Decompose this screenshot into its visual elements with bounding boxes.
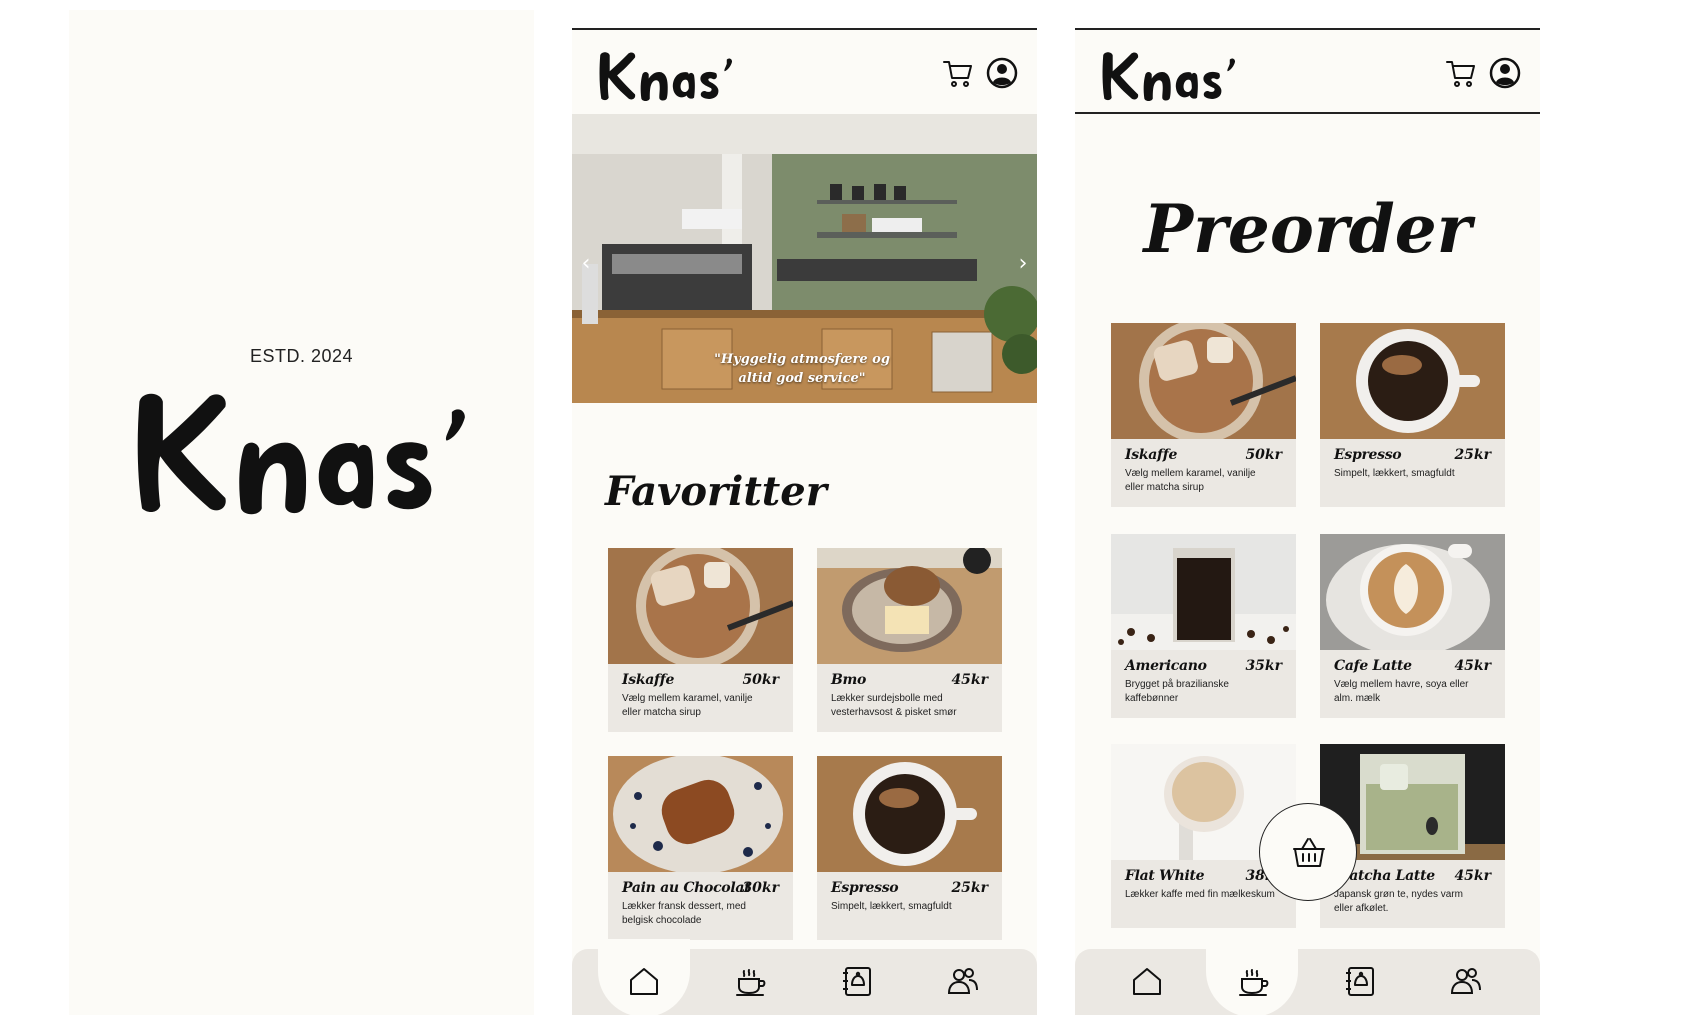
product-price: 50kr bbox=[1245, 447, 1282, 463]
basket-button[interactable] bbox=[1259, 803, 1357, 901]
product-description: Simpelt, lækkert, smagfuldt bbox=[831, 901, 952, 912]
page-title: Preorder bbox=[1143, 190, 1472, 268]
product-description: Lækker kaffe med fin mælkeskum bbox=[1125, 889, 1275, 900]
product-card[interactable]: Iskaffe 50kr Vælg mellem karamel, vanilj… bbox=[608, 548, 793, 732]
home-icon bbox=[630, 968, 658, 995]
hero-carousel[interactable]: ‹ › "Hyggelig atmosfære og altid god ser… bbox=[572, 114, 1037, 403]
product-card[interactable]: Espresso 25kr Simpelt, lækkert, smagfuld… bbox=[1320, 323, 1505, 507]
people-icon bbox=[947, 968, 978, 994]
product-description: Japansk grøn te, nydes varm eller afkøle… bbox=[1334, 889, 1463, 914]
product-card[interactable]: Americano 35kr Brygget på brazilianske k… bbox=[1111, 534, 1296, 718]
app-header bbox=[572, 30, 1037, 114]
product-card[interactable]: Pain au Chocolat 30kr Lækker fransk dess… bbox=[608, 756, 793, 940]
product-price: 30kr bbox=[742, 880, 779, 896]
espresso-cup-photo bbox=[817, 756, 1002, 872]
product-description: Simpelt, lækkert, smagfuldt bbox=[1334, 468, 1455, 479]
splash-screen: ESTD. 2024 bbox=[69, 10, 534, 1015]
product-description: Lækker surdejsbolle med vesterhavsost & … bbox=[831, 693, 957, 718]
profile-icon[interactable] bbox=[1488, 56, 1522, 90]
hero-quote: "Hyggelig atmosfære og altid god service… bbox=[714, 352, 890, 386]
product-price: 25kr bbox=[1454, 447, 1491, 463]
home-screen: ‹ › "Hyggelig atmosfære og altid god ser… bbox=[572, 28, 1037, 1015]
latte-art-photo bbox=[1320, 534, 1505, 650]
iced-coffee-photo bbox=[608, 548, 793, 664]
established-text: ESTD. 2024 bbox=[249, 346, 354, 366]
carousel-prev-icon[interactable]: ‹ bbox=[576, 249, 596, 279]
nav-community[interactable] bbox=[1448, 963, 1484, 999]
nav-community[interactable] bbox=[945, 963, 981, 999]
product-description: Vælg mellem havre, soya eller alm. mælk bbox=[1334, 679, 1469, 704]
preorder-screen: Preorder Iskaffe 50kr Vælg mellem karame… bbox=[1075, 28, 1540, 1015]
nav-home[interactable] bbox=[626, 963, 662, 999]
menu-book-icon bbox=[1346, 967, 1374, 996]
product-card[interactable]: Iskaffe 50kr Vælg mellem karamel, vanilj… bbox=[1111, 323, 1296, 507]
product-price: 25kr bbox=[951, 880, 988, 896]
product-card[interactable]: Cafe Latte 45kr Vælg mellem havre, soya … bbox=[1320, 534, 1505, 718]
menu-book-icon bbox=[843, 967, 871, 996]
basket-icon bbox=[1293, 838, 1325, 867]
product-description: Vælg mellem karamel, vanilje eller match… bbox=[622, 693, 753, 718]
app-header bbox=[1075, 30, 1540, 114]
product-description: Vælg mellem karamel, vanilje eller match… bbox=[1125, 468, 1256, 493]
product-card[interactable]: Espresso 25kr Simpelt, lækkert, smagfuld… bbox=[817, 756, 1002, 940]
profile-icon[interactable] bbox=[985, 56, 1019, 90]
people-icon bbox=[1450, 968, 1481, 994]
coffee-cup-icon bbox=[736, 969, 766, 996]
section-title: Favoritter bbox=[605, 468, 827, 515]
carousel-next-icon[interactable]: › bbox=[1013, 249, 1033, 279]
product-price: 45kr bbox=[951, 672, 988, 688]
coffee-cup-icon bbox=[1239, 969, 1269, 996]
cart-icon[interactable] bbox=[1444, 56, 1478, 90]
americano-glass-photo bbox=[1111, 534, 1296, 650]
cart-icon[interactable] bbox=[941, 56, 975, 90]
knas-logo[interactable] bbox=[596, 48, 736, 106]
espresso-cup-photo bbox=[1320, 323, 1505, 439]
product-price: 45kr bbox=[1454, 658, 1491, 674]
bun-with-cheese-photo bbox=[817, 548, 1002, 664]
product-card[interactable]: Bmo 45kr Lækker surdejsbolle med vesterh… bbox=[817, 548, 1002, 732]
nav-home[interactable] bbox=[1129, 963, 1165, 999]
product-price: 35kr bbox=[1245, 658, 1282, 674]
product-price: 45kr bbox=[1454, 868, 1491, 884]
bottom-navigation bbox=[1075, 939, 1540, 1015]
product-description: Brygget på brazilianske kaffebønner bbox=[1125, 679, 1229, 704]
product-price: 50kr bbox=[742, 672, 779, 688]
home-icon bbox=[1133, 968, 1161, 995]
nav-menu[interactable] bbox=[839, 963, 875, 999]
nav-menu[interactable] bbox=[1342, 963, 1378, 999]
knas-logo-large bbox=[137, 393, 465, 515]
bottom-navigation bbox=[572, 939, 1037, 1015]
product-description: Lækker fransk dessert, med belgisk choco… bbox=[622, 901, 746, 926]
pain-au-chocolat-photo bbox=[608, 756, 793, 872]
knas-logo[interactable] bbox=[1099, 48, 1239, 106]
nav-preorder[interactable] bbox=[1236, 963, 1272, 999]
iced-coffee-photo bbox=[1111, 323, 1296, 439]
nav-preorder[interactable] bbox=[733, 963, 769, 999]
